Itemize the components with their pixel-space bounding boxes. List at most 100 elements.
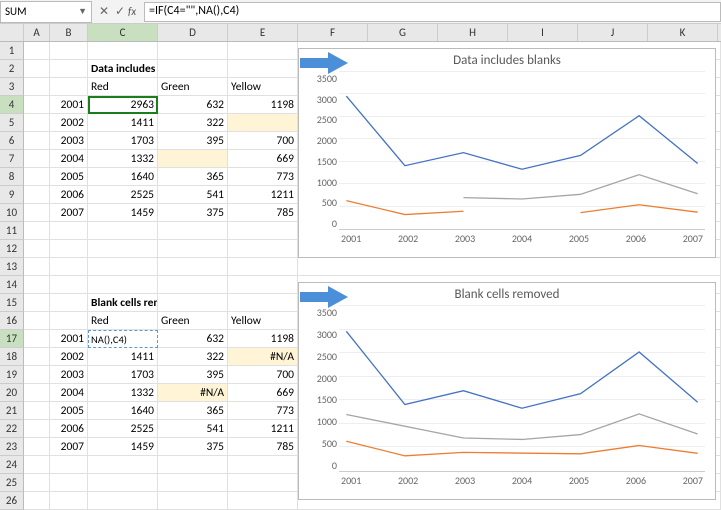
row-header[interactable]: 9	[0, 186, 24, 204]
cell[interactable]	[24, 96, 50, 114]
cell[interactable]	[24, 204, 50, 222]
col-header[interactable]: B	[50, 24, 88, 41]
row-header[interactable]: 1	[0, 42, 24, 60]
cell[interactable]: 2525	[88, 420, 158, 438]
cell[interactable]	[50, 60, 88, 78]
row-header[interactable]: 18	[0, 348, 24, 366]
cell[interactable]	[158, 240, 228, 258]
col-header[interactable]: F	[298, 24, 368, 41]
cell[interactable]: 2004	[50, 150, 88, 168]
cell[interactable]	[24, 438, 50, 456]
cell[interactable]	[24, 492, 50, 510]
row-header[interactable]: 19	[0, 366, 24, 384]
cell[interactable]: 2002	[50, 114, 88, 132]
cell[interactable]	[228, 222, 298, 240]
cell[interactable]	[24, 240, 50, 258]
cell[interactable]: 1198	[228, 96, 298, 114]
row-header[interactable]: 25	[0, 474, 24, 492]
row-header[interactable]: 26	[0, 492, 24, 510]
cell[interactable]: 322	[158, 348, 228, 366]
row-header[interactable]: 13	[0, 258, 24, 276]
cell[interactable]	[24, 312, 50, 330]
confirm-icon[interactable]: ✓	[112, 4, 128, 19]
cell[interactable]: 2007	[50, 438, 88, 456]
row-header[interactable]: 20	[0, 384, 24, 402]
cell[interactable]: 1332	[88, 150, 158, 168]
col-header[interactable]: I	[508, 24, 578, 41]
cell[interactable]	[158, 222, 228, 240]
cell[interactable]: 541	[158, 420, 228, 438]
cell[interactable]: Green	[158, 312, 228, 330]
cell[interactable]: 322	[158, 114, 228, 132]
cell[interactable]: 700	[228, 132, 298, 150]
row-header[interactable]: 22	[0, 420, 24, 438]
cell[interactable]	[24, 420, 50, 438]
cell[interactable]: 375	[158, 204, 228, 222]
chart[interactable]: Blank cells removed050010001500200025003…	[298, 282, 716, 500]
cell[interactable]	[50, 294, 88, 312]
cell[interactable]: Blank cells removed	[88, 294, 158, 312]
cell[interactable]: 669	[228, 150, 298, 168]
cell[interactable]	[228, 240, 298, 258]
row-header[interactable]: 10	[0, 204, 24, 222]
cell[interactable]	[24, 402, 50, 420]
cell[interactable]: #N/A	[158, 384, 228, 402]
cell[interactable]	[228, 456, 298, 474]
cell[interactable]	[50, 240, 88, 258]
cell[interactable]	[24, 258, 50, 276]
cell[interactable]: Green	[158, 78, 228, 96]
cell[interactable]	[158, 456, 228, 474]
row-header[interactable]: 14	[0, 276, 24, 294]
cell[interactable]: #N/A	[228, 348, 298, 366]
cell[interactable]	[24, 276, 50, 294]
cell[interactable]: 1211	[228, 420, 298, 438]
cell[interactable]	[158, 276, 228, 294]
cell[interactable]: 1411	[88, 114, 158, 132]
row-header[interactable]: 24	[0, 456, 24, 474]
cell[interactable]: 365	[158, 402, 228, 420]
col-header[interactable]: E	[228, 24, 298, 41]
cell[interactable]	[88, 240, 158, 258]
cell[interactable]: 2003	[50, 132, 88, 150]
cell[interactable]: 2001	[50, 330, 88, 348]
cell[interactable]	[88, 474, 158, 492]
dropdown-icon[interactable]: ▼	[78, 6, 87, 17]
row-header[interactable]: 17	[0, 330, 24, 348]
cell[interactable]	[228, 60, 298, 78]
cell[interactable]	[228, 492, 298, 510]
cell[interactable]	[24, 330, 50, 348]
cell[interactable]: 395	[158, 132, 228, 150]
cell[interactable]: 773	[228, 168, 298, 186]
row-header[interactable]: 7	[0, 150, 24, 168]
cell[interactable]	[50, 258, 88, 276]
cell[interactable]: 1459	[88, 204, 158, 222]
cell[interactable]: 1411	[88, 348, 158, 366]
name-box[interactable]: SUM ▼	[0, 1, 92, 23]
row-header[interactable]: 8	[0, 168, 24, 186]
cell[interactable]	[24, 222, 50, 240]
cell[interactable]: 2963	[88, 96, 158, 114]
cell[interactable]	[228, 114, 298, 132]
row-header[interactable]: 6	[0, 132, 24, 150]
cell[interactable]: 785	[228, 204, 298, 222]
select-all-corner[interactable]	[0, 24, 24, 41]
cell[interactable]: 365	[158, 168, 228, 186]
cell[interactable]	[24, 186, 50, 204]
cell[interactable]: Yellow	[228, 78, 298, 96]
row-header[interactable]: 11	[0, 222, 24, 240]
cell[interactable]: 700	[228, 366, 298, 384]
cell[interactable]	[50, 492, 88, 510]
cell[interactable]: 2006	[50, 420, 88, 438]
cell[interactable]: 2003	[50, 366, 88, 384]
col-header[interactable]: C	[88, 24, 158, 41]
cell[interactable]: Data includes blanks	[88, 60, 158, 78]
cell[interactable]	[228, 42, 298, 60]
cell[interactable]	[24, 294, 50, 312]
cell[interactable]	[88, 492, 158, 510]
cancel-icon[interactable]: ✕	[96, 4, 112, 19]
col-header[interactable]: G	[368, 24, 438, 41]
cell[interactable]	[24, 42, 50, 60]
cell[interactable]: 1459	[88, 438, 158, 456]
cell[interactable]	[24, 132, 50, 150]
cell[interactable]: 2525	[88, 186, 158, 204]
